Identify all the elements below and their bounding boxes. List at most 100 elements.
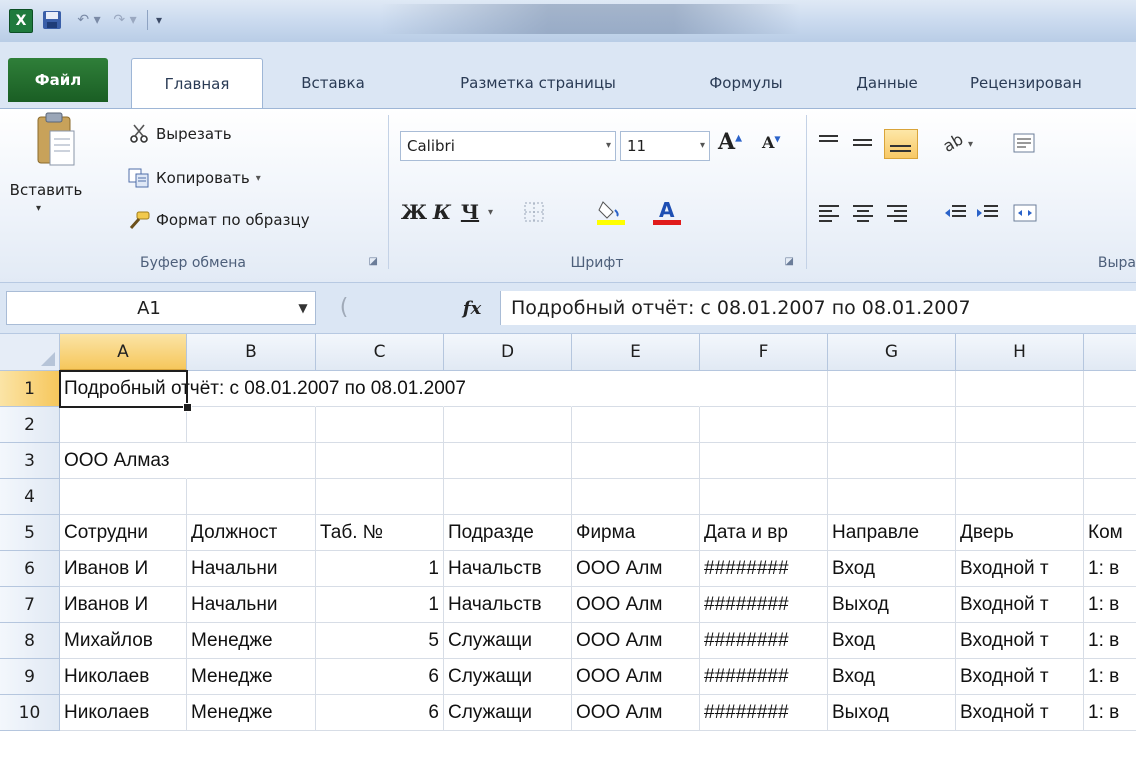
cell-C3[interactable] (316, 443, 444, 479)
cell-G4[interactable] (828, 479, 956, 515)
row-header[interactable]: 6 (0, 551, 60, 587)
cell-G7[interactable]: Выход (828, 587, 956, 623)
chevron-down-icon[interactable]: ▾ (488, 207, 493, 218)
chevron-down-icon[interactable]: ▾ (36, 203, 41, 214)
cell-4[interactable] (1084, 479, 1136, 515)
bold-button[interactable]: Ж (401, 197, 427, 227)
cell-C5[interactable]: Таб. № (316, 515, 444, 551)
cell-B4[interactable] (187, 479, 316, 515)
cell-G3[interactable] (828, 443, 956, 479)
cell-F10[interactable]: ######## (700, 695, 828, 731)
column-header[interactable] (1084, 334, 1136, 371)
cell-H2[interactable] (956, 407, 1084, 443)
cell-H5[interactable]: Дверь (956, 515, 1084, 551)
dialog-launcher-icon[interactable]: ◪ (369, 256, 378, 267)
cell-B6[interactable]: Начальни (187, 551, 316, 587)
column-header[interactable]: H (956, 334, 1084, 371)
cell-D3[interactable] (444, 443, 572, 479)
cell-H9[interactable]: Входной т (956, 659, 1084, 695)
decrease-indent-icon[interactable] (942, 201, 970, 225)
cell-F3[interactable] (700, 443, 828, 479)
cell-H1[interactable] (956, 371, 1084, 407)
cell-A4[interactable] (60, 479, 187, 515)
cell-A9[interactable]: Николаев (60, 659, 187, 695)
save-icon[interactable] (42, 9, 62, 31)
cell-H6[interactable]: Входной т (956, 551, 1084, 587)
cell-A10[interactable]: Николаев (60, 695, 187, 731)
cell-G9[interactable]: Вход (828, 659, 956, 695)
cell-H10[interactable]: Входной т (956, 695, 1084, 731)
cell-F1[interactable] (700, 371, 828, 407)
cell-A7[interactable]: Иванов И (60, 587, 187, 623)
borders-icon[interactable] (520, 197, 548, 227)
align-bottom-icon[interactable] (884, 129, 918, 159)
grow-font-icon[interactable]: A▲ (718, 129, 742, 155)
cell-10[interactable]: 1: в (1084, 695, 1136, 731)
tab-review[interactable]: Рецензирован (970, 58, 1136, 108)
font-color-icon[interactable]: A (648, 197, 688, 227)
cell-C10[interactable]: 6 (316, 695, 444, 731)
cell-B2[interactable] (187, 407, 316, 443)
cell-D5[interactable]: Подразде (444, 515, 572, 551)
cell-G1[interactable] (828, 371, 956, 407)
cell-C6[interactable]: 1 (316, 551, 444, 587)
cell-F7[interactable]: ######## (700, 587, 828, 623)
chevron-down-icon[interactable]: ▾ (256, 173, 261, 184)
column-header[interactable]: G (828, 334, 956, 371)
undo-icon[interactable]: ↶ ▾ (72, 9, 106, 31)
cell-D10[interactable]: Служащи (444, 695, 572, 731)
cell-A1[interactable]: Подробный отчёт: с 08.01.2007 по 08.01.2… (60, 371, 466, 407)
cell-3[interactable] (1084, 443, 1136, 479)
row-header[interactable]: 5 (0, 515, 60, 551)
font-size-select[interactable]: 11 ▾ (620, 131, 710, 161)
column-header[interactable]: F (700, 334, 828, 371)
cell-9[interactable]: 1: в (1084, 659, 1136, 695)
tab-insert[interactable]: Вставка (278, 58, 388, 108)
cell-E7[interactable]: ООО Алм (572, 587, 700, 623)
tab-page-layout[interactable]: Разметка страницы (418, 58, 658, 108)
name-box[interactable]: A1 ▼ (6, 291, 316, 325)
cell-E6[interactable]: ООО Алм (572, 551, 700, 587)
row-header[interactable]: 10 (0, 695, 60, 731)
align-center-icon[interactable] (850, 201, 878, 225)
cell-G6[interactable]: Вход (828, 551, 956, 587)
cell-E10[interactable]: ООО Алм (572, 695, 700, 731)
excel-app-icon[interactable]: X (9, 9, 33, 33)
cell-F2[interactable] (700, 407, 828, 443)
align-right-icon[interactable] (884, 201, 912, 225)
cell-E8[interactable]: ООО Алм (572, 623, 700, 659)
cell-D7[interactable]: Начальств (444, 587, 572, 623)
cell-5[interactable]: Ком (1084, 515, 1136, 551)
cell-D8[interactable]: Служащи (444, 623, 572, 659)
cell-6[interactable]: 1: в (1084, 551, 1136, 587)
tab-home[interactable]: Главная (131, 58, 263, 109)
align-left-icon[interactable] (816, 201, 844, 225)
row-header[interactable]: 9 (0, 659, 60, 695)
cell-B9[interactable]: Менедже (187, 659, 316, 695)
cell-F4[interactable] (700, 479, 828, 515)
align-top-icon[interactable] (816, 131, 844, 155)
italic-button[interactable]: К (430, 197, 454, 227)
cell-B7[interactable]: Начальни (187, 587, 316, 623)
text-orientation-icon[interactable]: ab ▾ (940, 129, 982, 155)
cut-button[interactable]: Вырезать (126, 121, 232, 147)
cell-H7[interactable]: Входной т (956, 587, 1084, 623)
tab-file[interactable]: Файл (8, 58, 108, 102)
row-header[interactable]: 4 (0, 479, 60, 515)
cell-F6[interactable]: ######## (700, 551, 828, 587)
cell-B10[interactable]: Менедже (187, 695, 316, 731)
cell-A8[interactable]: Михайлов (60, 623, 187, 659)
cell-H3[interactable] (956, 443, 1084, 479)
column-header[interactable]: B (187, 334, 316, 371)
cell-A5[interactable]: Сотрудни (60, 515, 187, 551)
row-header[interactable]: 3 (0, 443, 60, 479)
row-header[interactable]: 8 (0, 623, 60, 659)
cell-E1[interactable] (572, 371, 700, 407)
row-header[interactable]: 2 (0, 407, 60, 443)
copy-button[interactable]: Копировать ▾ (126, 165, 261, 191)
fill-color-icon[interactable] (592, 197, 632, 227)
increase-indent-icon[interactable] (974, 201, 1002, 225)
cell-B3[interactable] (187, 443, 316, 479)
cell-F8[interactable]: ######## (700, 623, 828, 659)
cell-D6[interactable]: Начальств (444, 551, 572, 587)
